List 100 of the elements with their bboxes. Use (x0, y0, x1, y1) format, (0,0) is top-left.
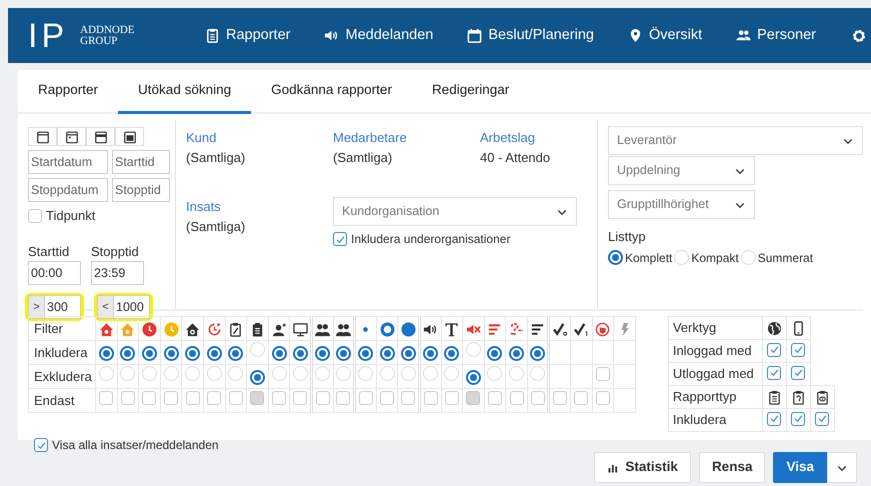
radio-button[interactable] (120, 346, 136, 361)
check-icon (792, 367, 804, 378)
checkbox[interactable] (186, 390, 200, 405)
checkbox[interactable] (553, 390, 568, 405)
checkbox[interactable] (164, 390, 178, 405)
checkbox[interactable] (380, 390, 394, 405)
row-label: Endast (28, 388, 96, 412)
radio-button[interactable] (250, 370, 265, 385)
radio-button[interactable] (380, 346, 395, 361)
calendar-button[interactable] (115, 127, 144, 146)
number-field[interactable]: 1000 (114, 295, 150, 319)
checkbox[interactable] (596, 366, 610, 381)
time-field[interactable]: 00:00 (28, 261, 81, 285)
clipboard-icon (228, 322, 244, 337)
radio-button[interactable] (164, 346, 179, 361)
field-label: Insats (186, 198, 222, 216)
checkbox[interactable] (34, 438, 48, 452)
calendar-icon (64, 130, 78, 144)
time-field[interactable]: Stopptid (112, 178, 170, 202)
radio-button[interactable] (228, 346, 244, 361)
number-field[interactable]: 300 (45, 295, 81, 319)
checkbox[interactable] (791, 342, 806, 357)
checkbox[interactable] (401, 390, 416, 405)
checkbox[interactable] (293, 390, 308, 405)
statistics-button[interactable]: Statistik (594, 452, 691, 483)
radio-button[interactable] (315, 346, 330, 361)
checkbox[interactable] (28, 208, 42, 223)
checkbox[interactable] (510, 390, 524, 405)
check-icon (36, 440, 46, 450)
calendar-button[interactable] (28, 127, 57, 146)
radio-button[interactable] (336, 346, 351, 361)
radio-button[interactable] (444, 346, 460, 361)
calendar-button[interactable] (57, 127, 86, 146)
radio-button[interactable] (206, 346, 222, 361)
checkbox[interactable] (574, 390, 588, 405)
tab[interactable]: Redigeringar (412, 70, 530, 114)
radio-button[interactable] (530, 346, 546, 361)
checkbox[interactable] (767, 342, 782, 357)
checkbox[interactable] (791, 412, 806, 426)
nav-link[interactable]: Rapporter (205, 24, 290, 46)
checkbox[interactable] (530, 390, 545, 405)
tab[interactable]: Godkänna rapporter (251, 70, 412, 114)
field-label: Stopptid (91, 242, 140, 261)
checkbox[interactable] (142, 390, 156, 405)
checkbox[interactable] (444, 390, 459, 405)
date-field[interactable]: Startdatum (28, 150, 108, 174)
radio-button[interactable] (185, 346, 200, 361)
nav-link[interactable]: Översikt (628, 24, 702, 46)
show-button[interactable]: Visa (773, 452, 827, 483)
radio-button[interactable] (272, 346, 287, 361)
time-field[interactable]: 23:59 (91, 261, 144, 285)
dropdown[interactable]: Grupptillhörighet (608, 190, 755, 219)
checkbox[interactable] (99, 390, 114, 405)
checkbox-label: Visa alla insatser/meddelanden (52, 437, 219, 454)
row-label: Inkludera (668, 408, 762, 432)
radio-button[interactable] (358, 346, 374, 361)
checkbox[interactable] (228, 390, 243, 405)
dropdown[interactable]: Leverantör (608, 126, 863, 155)
field-label: Listtyp (608, 228, 647, 246)
checkbox[interactable] (791, 366, 806, 380)
nav-link[interactable]: Beslut/Planering (467, 24, 594, 46)
checkbox[interactable] (424, 390, 438, 405)
ring-icon (380, 322, 395, 337)
row-label: Rapporttyp (668, 386, 762, 408)
checkbox[interactable] (272, 390, 286, 405)
radio-button[interactable] (509, 346, 524, 361)
radio-button[interactable] (292, 346, 308, 361)
checkbox[interactable] (767, 412, 782, 426)
radio-button[interactable] (98, 346, 114, 361)
checkbox[interactable] (596, 390, 610, 405)
dropdown[interactable]: Kundorganisation (333, 197, 577, 226)
person-icon (272, 322, 287, 337)
checkbox[interactable] (358, 390, 373, 405)
radio-button[interactable] (466, 370, 481, 385)
radio-button[interactable] (400, 346, 416, 361)
dropdown[interactable]: Uppdelning (608, 156, 755, 185)
field-value: (Samtliga) (333, 148, 394, 167)
checkbox[interactable] (815, 412, 830, 426)
date-field[interactable]: Stoppdatum (28, 178, 108, 202)
tab[interactable]: Utökad sökning (118, 70, 252, 114)
time-field[interactable]: Starttid (112, 150, 170, 174)
checkbox[interactable] (316, 390, 330, 405)
nav-link[interactable]: Meddelanden (324, 24, 434, 46)
checkbox[interactable] (207, 390, 222, 405)
checkbox[interactable] (767, 366, 782, 380)
checkbox[interactable] (333, 232, 347, 246)
globe-icon (766, 321, 782, 336)
radio-button[interactable] (487, 346, 502, 361)
dropdown-toggle-button[interactable] (827, 452, 857, 483)
clear-button[interactable]: Rensa (698, 452, 766, 483)
radio-button[interactable] (608, 250, 623, 265)
radio-button[interactable] (423, 346, 438, 361)
checkbox[interactable] (336, 390, 350, 405)
radio-button[interactable] (142, 346, 157, 361)
tab[interactable]: Rapporter (18, 70, 118, 114)
nav-link[interactable]: Personer (736, 24, 816, 46)
calendar-button[interactable] (86, 127, 115, 146)
settings-button[interactable] (851, 28, 867, 44)
checkbox[interactable] (120, 390, 135, 405)
checkbox[interactable] (488, 390, 502, 405)
